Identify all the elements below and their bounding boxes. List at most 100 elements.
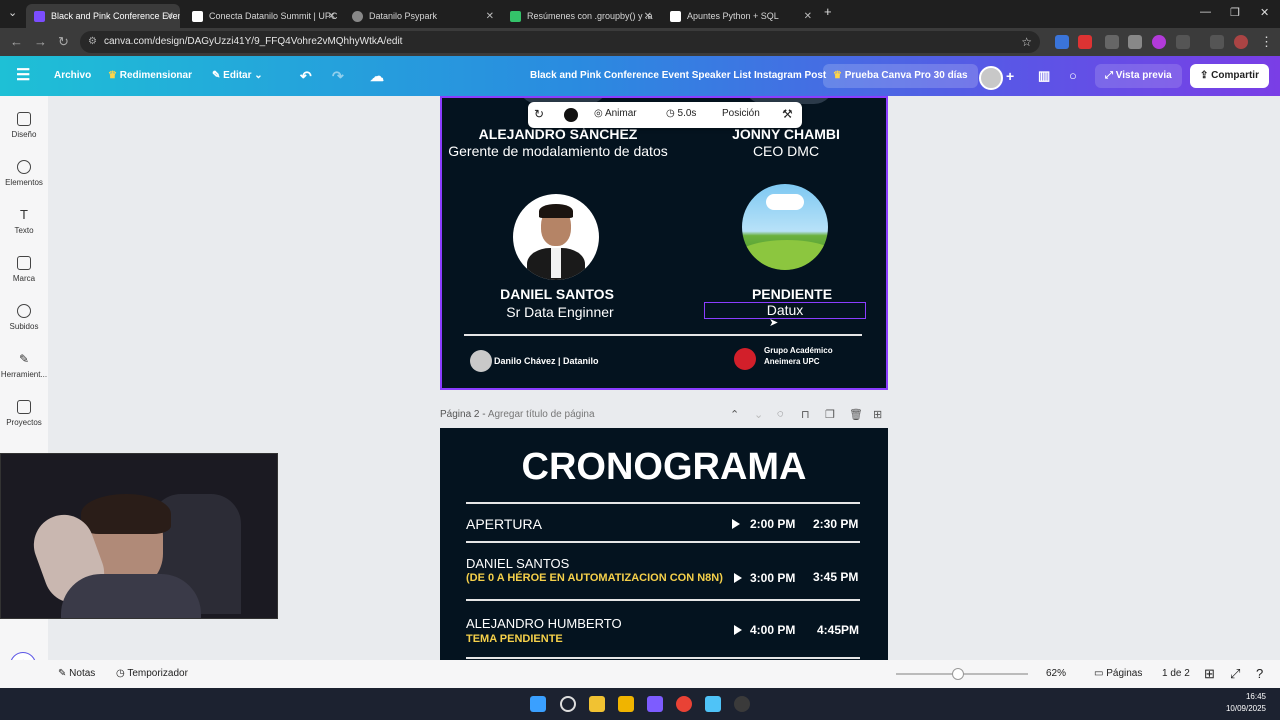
resize-button[interactable]: ♛ Redimensionar	[108, 56, 192, 96]
forward-icon[interactable]: →	[34, 34, 47, 49]
speaker-role[interactable]: Gerente de modalamiento de datos	[448, 144, 668, 159]
bookmark-star-icon[interactable]: ☆	[1021, 31, 1032, 53]
browser-tab[interactable]: Conecta Datanilo Summit | UPC ✕	[184, 4, 342, 28]
browser-tab[interactable]: Apuntes Python + SQL ✕	[662, 4, 818, 28]
browser-tab[interactable]: Datanilo Psypark ✕	[344, 4, 500, 28]
undo-icon[interactable]: ↶	[300, 56, 312, 96]
speaker-name[interactable]: ALEJANDRO SÁNCHEZ	[458, 126, 658, 142]
sidebar-item-uploads[interactable]: Subidos	[0, 304, 48, 331]
schedule-row[interactable]: DANIEL SANTOS (DE 0 A HÉROE EN AUTOMATIZ…	[466, 556, 860, 592]
page-2-label[interactable]: Página 2 - Agregar título de página	[440, 409, 595, 420]
notes-button[interactable]: ✎ Notas	[58, 668, 95, 679]
browser-tab[interactable]: Resúmenes con .groupby() y .a ✕	[502, 4, 658, 28]
hide-page-icon[interactable]: ◌	[777, 408, 784, 420]
reading-list-icon[interactable]	[1210, 35, 1224, 49]
app-icon[interactable]	[589, 696, 605, 712]
speaker-name[interactable]: PENDIENTE	[692, 286, 886, 302]
hamburger-menu-icon[interactable]: ☰	[16, 56, 30, 96]
user-avatar[interactable]	[979, 66, 1003, 90]
site-info-icon[interactable]: ⚙	[88, 31, 97, 53]
profile-avatar-icon[interactable]	[1234, 35, 1248, 49]
close-tab-icon[interactable]: ✕	[486, 11, 494, 22]
document-title[interactable]: Black and Pink Conference Event Speaker …	[530, 56, 826, 96]
preview-button[interactable]: ⤢ Vista previa	[1095, 64, 1182, 88]
design-page-1[interactable]: ALEJANDRO SÁNCHEZ Gerente de modalamient…	[440, 96, 888, 390]
tab-search-icon[interactable]: ⌄	[8, 6, 17, 19]
maximize-icon[interactable]: ❐	[1230, 6, 1240, 19]
move-page-up-icon[interactable]: ⌃	[730, 408, 739, 421]
schedule-row[interactable]: ALEJANDRO HUMBERTO TEMA PENDIENTE 4:00 P…	[466, 616, 860, 652]
footer-group-line1[interactable]: Grupo Académico	[764, 346, 833, 355]
close-window-icon[interactable]: ✕	[1260, 6, 1269, 19]
file-explorer-icon[interactable]	[618, 696, 634, 712]
search-icon[interactable]	[560, 696, 576, 712]
lock-page-icon[interactable]: ⊓	[801, 408, 810, 421]
schedule-row[interactable]: APERTURA 2:00 PM 2:30 PM	[466, 514, 860, 544]
move-page-down-icon[interactable]: ⌄	[754, 408, 763, 421]
clock-date[interactable]: 10/09/2025	[1210, 704, 1266, 713]
position-button[interactable]: Posición	[722, 108, 760, 119]
sidebar-item-projects[interactable]: Proyectos	[0, 400, 48, 427]
help-icon[interactable]: ?	[1256, 666, 1263, 681]
cloud-save-icon[interactable]: ☁	[370, 56, 384, 96]
footer-group-line2[interactable]: Aneimera UPC	[764, 357, 820, 366]
url-field[interactable]: ⚙ canva.com/design/DAGyUzzi41Y/9_FFQ4Voh…	[80, 31, 1040, 53]
pages-button[interactable]: ▭ Páginas	[1094, 668, 1142, 679]
speaker-role[interactable]: CEO DMC	[676, 144, 886, 159]
schedule-title[interactable]: CRONOGRAMA	[440, 446, 888, 489]
paint-format-icon[interactable]: ⚒	[782, 107, 793, 121]
comment-icon[interactable]: ○	[1069, 56, 1077, 96]
redo-icon[interactable]: ↷	[332, 56, 344, 96]
file-menu-button[interactable]: Archivo	[54, 56, 91, 96]
close-tab-icon[interactable]: ✕	[328, 11, 336, 22]
add-page-icon[interactable]: ⊞	[873, 408, 882, 421]
rotate-icon[interactable]: ↻	[534, 107, 544, 121]
sidebar-item-elements[interactable]: Elementos	[0, 160, 48, 187]
sidebar-item-design[interactable]: Diseño	[0, 112, 48, 139]
add-collaborator-icon[interactable]: +	[1006, 56, 1014, 96]
close-tab-icon[interactable]: ✕	[644, 11, 652, 22]
zoom-slider-handle[interactable]	[952, 668, 964, 680]
browser-menu-icon[interactable]: ⋮	[1260, 34, 1273, 50]
color-swatch[interactable]	[564, 108, 578, 122]
speaker-photo[interactable]	[513, 194, 599, 280]
zoom-level[interactable]: 62%	[1046, 668, 1066, 679]
extensions-puzzle-icon[interactable]	[1176, 35, 1190, 49]
share-button[interactable]: ⇪ Compartir	[1190, 64, 1269, 88]
grid-view-icon[interactable]: ⊞	[1204, 666, 1215, 682]
sidebar-item-brand[interactable]: Marca	[0, 256, 48, 283]
delete-page-icon[interactable]: 🗑	[849, 408, 863, 421]
clock-time[interactable]: 16:45	[1218, 692, 1266, 701]
extension-icon[interactable]	[1105, 35, 1119, 49]
sidebar-item-text[interactable]: T Texto	[0, 208, 48, 236]
close-tab-icon[interactable]: ✕	[804, 11, 812, 22]
duplicate-page-icon[interactable]: ❐	[825, 408, 835, 421]
notepad-icon[interactable]	[705, 696, 721, 712]
speaker-role[interactable]: Sr Data Enginner	[450, 305, 670, 320]
speaker-role-selected[interactable]: Datux	[704, 302, 866, 319]
minimize-icon[interactable]: —	[1200, 6, 1211, 18]
extension-icon[interactable]	[1078, 35, 1092, 49]
try-pro-button[interactable]: ♛ Prueba Canva Pro 30 días	[823, 64, 978, 88]
sidebar-item-tools[interactable]: ✎ Herramient...	[0, 352, 48, 379]
speaker-name[interactable]: JONNY CHAMBI	[686, 126, 886, 142]
back-icon[interactable]: ←	[10, 34, 23, 49]
extension-icon[interactable]	[1152, 35, 1166, 49]
extension-icon[interactable]	[1128, 35, 1142, 49]
fullscreen-icon[interactable]: ⤢	[1230, 666, 1240, 682]
browser-tab[interactable]: Black and Pink Conference Even ✕	[26, 4, 180, 28]
footer-organizer[interactable]: Danilo Chávez | Datanilo	[494, 356, 599, 366]
translate-extension-icon[interactable]	[1055, 35, 1069, 49]
new-tab-button[interactable]: +	[824, 4, 832, 19]
chrome-icon[interactable]	[676, 696, 692, 712]
close-tab-icon[interactable]: ✕	[166, 11, 174, 22]
speaker-name[interactable]: DANIEL SANTOS	[457, 286, 657, 302]
animate-button[interactable]: ◎ Animar	[594, 108, 637, 119]
app-icon[interactable]	[734, 696, 750, 712]
insights-chart-icon[interactable]: ▥	[1038, 56, 1050, 96]
edit-menu-button[interactable]: ✎ Editar ⌄	[212, 56, 263, 96]
app-icon[interactable]	[647, 696, 663, 712]
placeholder-landscape-image[interactable]	[742, 184, 828, 270]
timer-button[interactable]: ◷ Temporizador	[116, 668, 188, 679]
duration-button[interactable]: ◷ 5.0s	[666, 108, 696, 119]
